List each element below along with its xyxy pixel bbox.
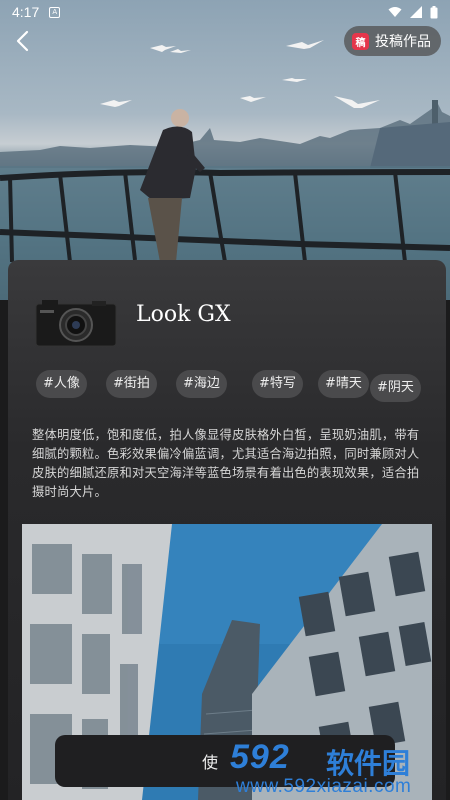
submit-work-button[interactable]: 稿 投稿作品: [344, 26, 441, 56]
signal-icon: [410, 6, 422, 18]
tag-cloudy[interactable]: #阴天: [370, 374, 421, 402]
site-watermark: 592 软件园 www.592xiazai.com: [226, 736, 450, 800]
tag-street[interactable]: #街拍: [106, 370, 157, 398]
filter-description: 整体明度低，饱和度低，拍人像显得皮肤格外白皙，呈现奶油肌，带有细腻的颗粒。色彩效…: [32, 428, 420, 499]
tag-sunny[interactable]: #晴天: [318, 370, 369, 398]
tag-closeup[interactable]: #特写: [252, 370, 303, 398]
back-arrow-icon: [16, 30, 29, 52]
use-filter-label: 使: [201, 753, 218, 772]
watermark-logo: 592: [230, 738, 290, 776]
tag-list: #人像 #街拍 #海边 #特写 #晴天 #阴天: [32, 368, 432, 404]
filter-detail-card: Look GX #人像 #街拍 #海边 #特写 #晴天 #阴天 整体明度低，饱和…: [8, 260, 446, 800]
tag-portrait[interactable]: #人像: [36, 370, 87, 398]
status-icons: [388, 5, 438, 19]
notification-icon: A: [49, 6, 61, 18]
battery-icon: [430, 5, 438, 18]
back-button[interactable]: [8, 26, 38, 56]
status-time: 4:17: [12, 4, 40, 20]
submit-badge-icon: 稿: [352, 32, 369, 50]
filter-title: Look GX: [136, 302, 231, 327]
watermark-url: www.592xiazai.com: [236, 776, 412, 797]
submit-work-label: 投稿作品: [375, 34, 431, 50]
tag-seaside[interactable]: #海边: [176, 370, 227, 398]
status-bar: 4:17 A: [0, 0, 450, 24]
camera-icon: [35, 300, 117, 347]
wifi-icon: [388, 7, 402, 17]
